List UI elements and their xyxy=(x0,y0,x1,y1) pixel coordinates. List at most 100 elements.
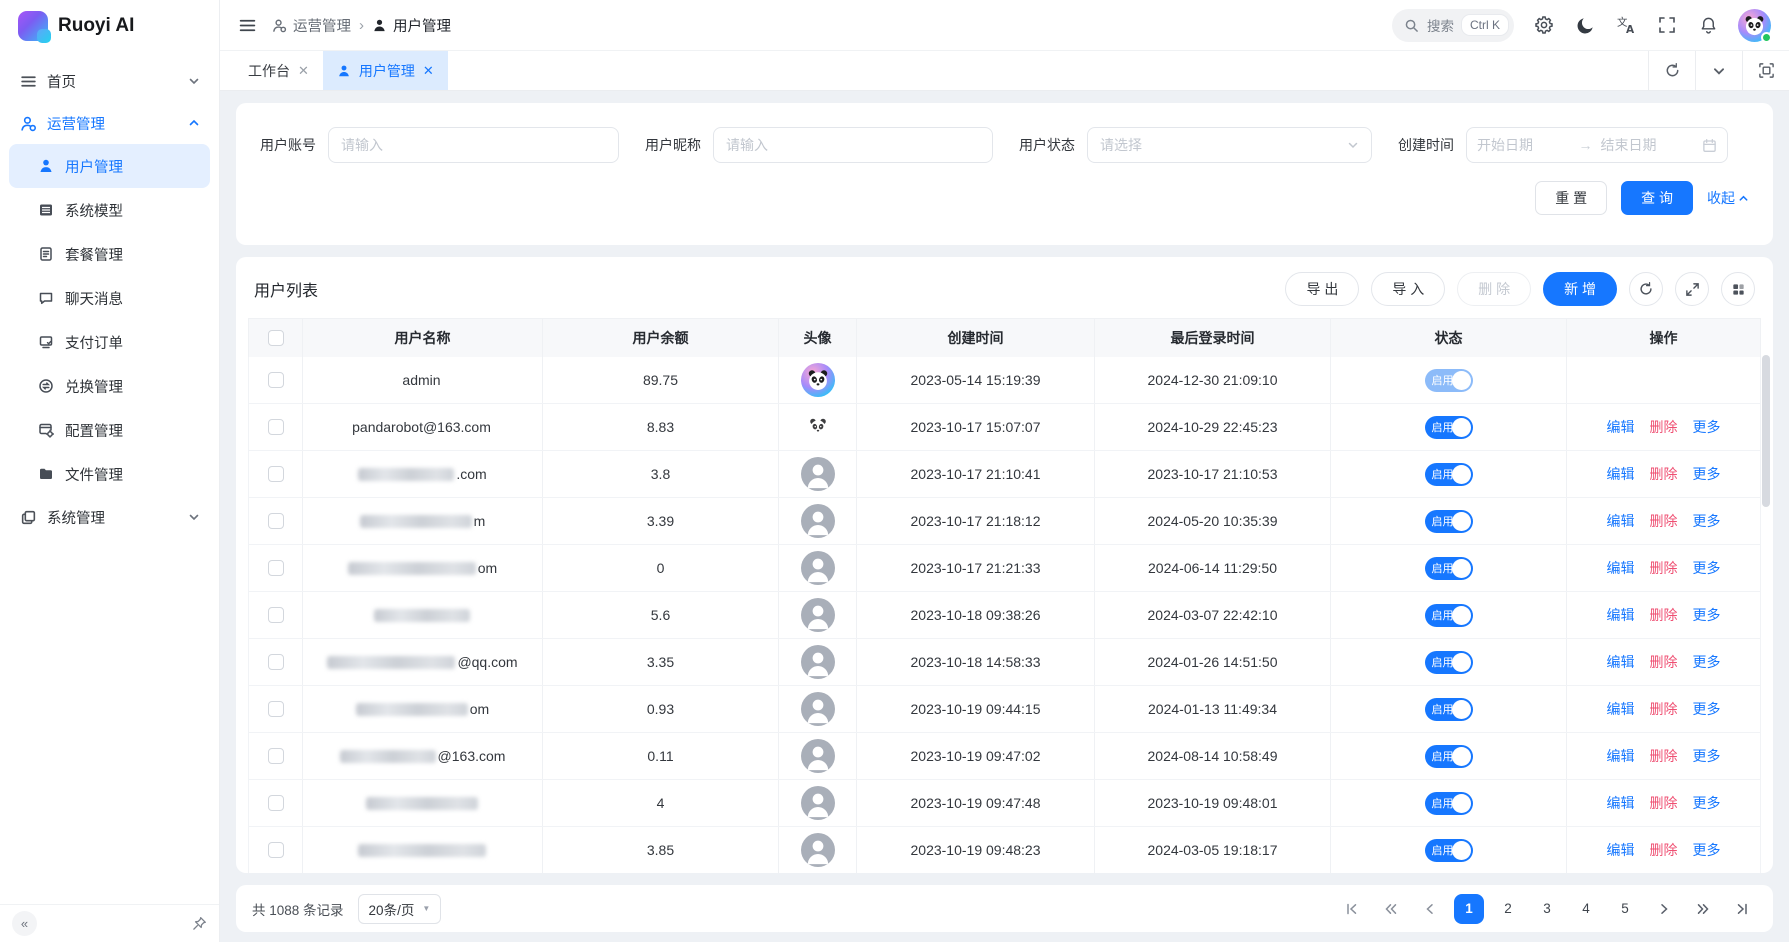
account-input[interactable] xyxy=(328,127,619,163)
sidebar-item-file-management[interactable]: 文件管理 xyxy=(9,452,210,496)
more-link[interactable]: 更多 xyxy=(1693,511,1721,531)
refresh-table-icon[interactable] xyxy=(1629,272,1663,306)
page-5-button[interactable]: 5 xyxy=(1610,894,1640,924)
date-range-picker[interactable]: 开始日期 → 结束日期 xyxy=(1466,127,1728,163)
refresh-page-icon[interactable] xyxy=(1648,51,1695,90)
delete-button[interactable]: 删 除 xyxy=(1457,272,1531,306)
chevron-down-icon[interactable] xyxy=(1695,51,1742,90)
status-toggle[interactable]: 启用 xyxy=(1425,510,1473,533)
more-link[interactable]: 更多 xyxy=(1693,840,1721,860)
sidebar-item-config-management[interactable]: 配置管理 xyxy=(9,408,210,452)
tab-user-management[interactable]: 用户管理 ✕ xyxy=(323,51,448,90)
row-checkbox[interactable] xyxy=(268,466,284,482)
status-toggle[interactable]: 启用 xyxy=(1425,698,1473,721)
next-page-button[interactable] xyxy=(1649,894,1679,924)
column-settings-icon[interactable] xyxy=(1721,272,1755,306)
close-icon[interactable]: ✕ xyxy=(298,63,309,79)
row-checkbox[interactable] xyxy=(268,513,284,529)
status-select[interactable]: 请选择 xyxy=(1087,127,1372,163)
last-page-button[interactable] xyxy=(1727,894,1757,924)
expand-table-icon[interactable] xyxy=(1675,272,1709,306)
edit-link[interactable]: 编辑 xyxy=(1607,511,1635,531)
more-link[interactable]: 更多 xyxy=(1693,417,1721,437)
row-checkbox[interactable] xyxy=(268,701,284,717)
reset-button[interactable]: 重 置 xyxy=(1535,181,1607,215)
delete-link[interactable]: 删除 xyxy=(1650,464,1678,484)
row-checkbox[interactable] xyxy=(268,748,284,764)
delete-link[interactable]: 删除 xyxy=(1650,746,1678,766)
row-checkbox[interactable] xyxy=(268,372,284,388)
more-link[interactable]: 更多 xyxy=(1693,746,1721,766)
sidebar-item-payment-orders[interactable]: 支付订单 xyxy=(9,320,210,364)
translate-language-icon[interactable]: 文A xyxy=(1615,14,1637,36)
import-button[interactable]: 导 入 xyxy=(1371,272,1445,306)
delete-link[interactable]: 删除 xyxy=(1650,605,1678,625)
more-link[interactable]: 更多 xyxy=(1693,699,1721,719)
sidebar-item-system-management[interactable]: 系统管理 xyxy=(9,496,210,538)
user-avatar[interactable] xyxy=(1738,9,1771,42)
export-button[interactable]: 导 出 xyxy=(1285,272,1359,306)
sidebar-item-package-management[interactable]: 套餐管理 xyxy=(9,232,210,276)
breadcrumb-user-management[interactable]: 用户管理 xyxy=(372,15,451,36)
content-fullscreen-icon[interactable] xyxy=(1742,51,1789,90)
status-toggle[interactable]: 启用 xyxy=(1425,839,1473,862)
status-toggle[interactable]: 启用 xyxy=(1425,604,1473,627)
page-size-select[interactable]: 20条/页 ▼ xyxy=(358,894,442,924)
row-checkbox[interactable] xyxy=(268,419,284,435)
select-all-checkbox[interactable] xyxy=(268,330,284,346)
row-checkbox[interactable] xyxy=(268,842,284,858)
edit-link[interactable]: 编辑 xyxy=(1607,840,1635,860)
delete-link[interactable]: 删除 xyxy=(1650,558,1678,578)
moon-dark-mode-icon[interactable] xyxy=(1574,14,1596,36)
fullscreen-icon[interactable] xyxy=(1656,14,1678,36)
page-3-button[interactable]: 3 xyxy=(1532,894,1562,924)
search-button[interactable]: 查 询 xyxy=(1621,181,1693,215)
edit-link[interactable]: 编辑 xyxy=(1607,746,1635,766)
edit-link[interactable]: 编辑 xyxy=(1607,605,1635,625)
row-checkbox[interactable] xyxy=(268,560,284,576)
sidebar-item-exchange-management[interactable]: 兑换管理 xyxy=(9,364,210,408)
status-toggle[interactable]: 启用 xyxy=(1425,369,1473,392)
previous-page-button[interactable] xyxy=(1415,894,1445,924)
delete-link[interactable]: 删除 xyxy=(1650,793,1678,813)
delete-link[interactable]: 删除 xyxy=(1650,699,1678,719)
status-toggle[interactable]: 启用 xyxy=(1425,416,1473,439)
page-1-button[interactable]: 1 xyxy=(1454,894,1484,924)
page-4-button[interactable]: 4 xyxy=(1571,894,1601,924)
more-link[interactable]: 更多 xyxy=(1693,558,1721,578)
nickname-input[interactable] xyxy=(713,127,993,163)
collapse-filters-link[interactable]: 收起 xyxy=(1707,188,1749,208)
global-search[interactable]: 搜索 Ctrl K xyxy=(1392,9,1514,42)
delete-link[interactable]: 删除 xyxy=(1650,511,1678,531)
more-link[interactable]: 更多 xyxy=(1693,464,1721,484)
tab-workbench[interactable]: 工作台 ✕ xyxy=(234,51,323,90)
row-checkbox[interactable] xyxy=(268,654,284,670)
delete-link[interactable]: 删除 xyxy=(1650,417,1678,437)
pin-icon[interactable] xyxy=(192,916,207,931)
status-toggle[interactable]: 启用 xyxy=(1425,463,1473,486)
edit-link[interactable]: 编辑 xyxy=(1607,699,1635,719)
sidebar-item-operations[interactable]: 运营管理 xyxy=(9,102,210,144)
hamburger-menu-icon[interactable] xyxy=(236,14,258,36)
close-icon[interactable]: ✕ xyxy=(423,63,434,79)
edit-link[interactable]: 编辑 xyxy=(1607,793,1635,813)
delete-link[interactable]: 删除 xyxy=(1650,652,1678,672)
more-link[interactable]: 更多 xyxy=(1693,652,1721,672)
scrollbar-thumb[interactable] xyxy=(1762,355,1770,507)
status-toggle[interactable]: 启用 xyxy=(1425,651,1473,674)
status-toggle[interactable]: 启用 xyxy=(1425,745,1473,768)
sidebar-item-system-model[interactable]: 系统模型 xyxy=(9,188,210,232)
edit-link[interactable]: 编辑 xyxy=(1607,464,1635,484)
breadcrumb-operations[interactable]: 运营管理 xyxy=(272,15,351,36)
forward-five-pages-button[interactable] xyxy=(1688,894,1718,924)
sidebar-item-home[interactable]: 首页 xyxy=(9,60,210,102)
page-2-button[interactable]: 2 xyxy=(1493,894,1523,924)
bell-notifications-icon[interactable] xyxy=(1697,14,1719,36)
back-five-pages-button[interactable] xyxy=(1376,894,1406,924)
row-checkbox[interactable] xyxy=(268,607,284,623)
first-page-button[interactable] xyxy=(1337,894,1367,924)
edit-link[interactable]: 编辑 xyxy=(1607,417,1635,437)
row-checkbox[interactable] xyxy=(268,795,284,811)
sidebar-item-chat-messages[interactable]: 聊天消息 xyxy=(9,276,210,320)
more-link[interactable]: 更多 xyxy=(1693,605,1721,625)
